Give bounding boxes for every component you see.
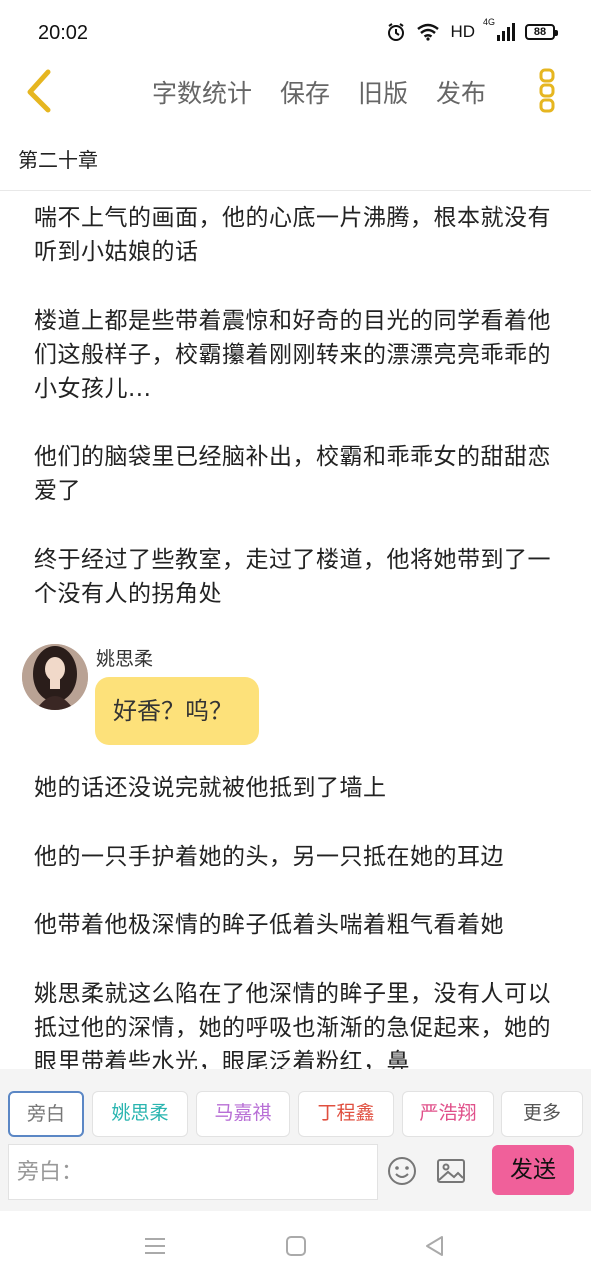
status-icons: HD 4G 88 [386,17,558,42]
story-paragraph: 他带着他极深情的眸子低着头喘着粗气看着她 [34,912,504,938]
network-label: HD [450,22,475,41]
chevron-left-icon [27,69,51,113]
character-chip-more[interactable]: 更多 [501,1091,583,1137]
status-bar: 20:02 HD 4G 88 [0,0,591,60]
home-nav-button[interactable] [283,1233,309,1259]
signal-label: 4G [483,17,496,27]
back-button[interactable] [18,66,62,114]
send-button[interactable]: 发送 [492,1145,574,1195]
message-input[interactable]: 旁白： [8,1144,378,1200]
character-bar: 旁白 姚思柔 马嘉祺 丁程鑫 严浩翔 更多 旁白： 发送 [0,1069,591,1211]
story-paragraph: 姚思柔就这么陷在了他深情的眸子里，没有人可以抵过他的深情，她的呼吸也渐渐的急促起… [34,981,551,1069]
character-chip-ding-chengxin[interactable]: 丁程鑫 [298,1091,394,1137]
story-paragraph: 终于经过了些教室，走过了楼道，他将她带到了一个没有人的拐角处 [34,547,551,607]
menu-nav-button[interactable] [142,1233,168,1259]
wifi-icon [417,23,440,41]
character-chip-yao-sirou[interactable]: 姚思柔 [92,1091,188,1137]
character-chip-ma-jiaqi[interactable]: 马嘉祺 [196,1091,290,1137]
character-chip-yan-haoxiang[interactable]: 严浩翔 [402,1091,494,1137]
story-paragraph: 喘不上气的画面，他的心底一片沸腾，根本就没有听到小姑娘的话 [34,205,551,265]
home-icon [286,1236,306,1256]
status-time: 20:02 [38,22,89,44]
dialogue-speaker-name: 姚思柔 [96,648,154,670]
story-paragraph: 楼道上都是些带着震惊和好奇的目光的同学看着他们这般样子，校霸攥着刚刚转来的漂漂亮… [34,308,551,402]
top-toolbar: 字数统计 保存 旧版 发布 [0,60,591,122]
back-triangle-icon [426,1236,443,1256]
battery-icon: 88 [525,24,558,40]
more-button[interactable] [533,66,561,116]
dialogue-bubble[interactable]: 好香？呜？ [95,677,259,745]
story-paragraph: 他的一只手护着她的头，另一只抵在她的耳边 [34,844,504,870]
image-button[interactable] [435,1155,467,1187]
menu-icon [145,1238,165,1254]
emoji-button[interactable] [386,1155,418,1187]
vertical-dots-icon [539,68,555,113]
word-count-button[interactable]: 字数统计 [152,74,252,110]
character-chip-narrator[interactable]: 旁白 [8,1091,84,1137]
old-version-button[interactable]: 旧版 [358,74,408,110]
story-content: 喘不上气的画面，他的心底一片沸腾，根本就没有听到小姑娘的话 楼道上都是些带着震惊… [0,191,591,1069]
story-paragraph: 她的话还没说完就被他抵到了墙上 [34,775,387,801]
back-nav-button[interactable] [422,1233,448,1259]
publish-button[interactable]: 发布 [436,74,486,110]
signal-icon: 4G [483,17,515,41]
image-icon [437,1159,465,1183]
chapter-title: 第二十章 [18,148,98,172]
toolbar-actions: 字数统计 保存 旧版 发布 [152,74,486,110]
avatar[interactable] [22,644,88,710]
story-paragraph: 他们的脑袋里已经脑补出，校霸和乖乖女的甜甜恋爱了 [34,444,551,504]
emoji-icon [388,1157,416,1185]
alarm-icon [388,23,405,41]
system-nav-bar [0,1211,591,1280]
save-button[interactable]: 保存 [280,74,330,110]
